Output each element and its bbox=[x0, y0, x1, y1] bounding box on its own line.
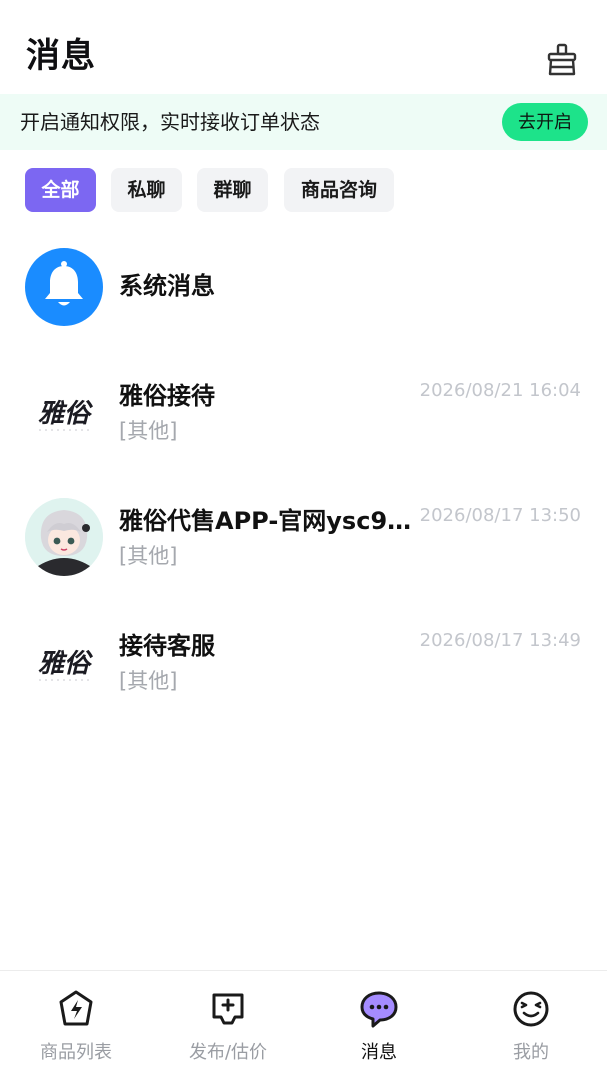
conversation-time: 2026/08/17 13:50 bbox=[419, 505, 581, 526]
enable-notifications-button[interactable]: 去开启 bbox=[502, 103, 588, 141]
conversation-time: 2026/08/21 16:04 bbox=[419, 380, 581, 401]
page-title: 消息 bbox=[26, 36, 96, 76]
clear-broom-icon[interactable] bbox=[544, 42, 580, 78]
brand-logo-text: 雅俗 bbox=[38, 649, 93, 679]
bottom-tab-bar: 商品列表 发布/估价 消息 我的 bbox=[0, 970, 607, 1080]
tab-publish-estimate[interactable]: 发布/估价 bbox=[152, 971, 304, 1080]
conversation-preview: [其他] bbox=[119, 669, 178, 693]
tab-mine[interactable]: 我的 bbox=[455, 971, 607, 1080]
chat-bubble-icon bbox=[360, 991, 398, 1028]
filter-chip-group[interactable]: 群聊 bbox=[197, 168, 268, 212]
header: 消息 bbox=[0, 0, 607, 94]
tab-label: 商品列表 bbox=[40, 1042, 112, 1063]
filter-chip-product-inquiry[interactable]: 商品咨询 bbox=[284, 168, 394, 212]
conversation-name: 雅俗接待 bbox=[119, 382, 215, 410]
notification-banner-text: 开启通知权限，实时接收订单状态 bbox=[20, 110, 320, 134]
bolt-shield-icon bbox=[59, 990, 93, 1026]
tab-messages[interactable]: 消息 bbox=[303, 971, 455, 1080]
conversation-item-system[interactable]: 系统消息 bbox=[0, 232, 607, 342]
brand-logo-text: 雅俗 bbox=[38, 399, 93, 429]
conversation-name: 雅俗代售APP-官网ysc9… bbox=[119, 507, 412, 535]
tab-label: 消息 bbox=[361, 1042, 397, 1063]
conversation-name: 接待客服 bbox=[119, 632, 215, 660]
conversation-time: 2026/08/17 13:49 bbox=[419, 630, 581, 651]
conversation-item[interactable]: 雅俗 接待客服 2026/08/17 13:49 [其他] bbox=[0, 607, 607, 717]
conversation-item[interactable]: 雅俗代售APP-官网ysc9… 2026/08/17 13:50 [其他] bbox=[0, 482, 607, 592]
bell-icon bbox=[25, 248, 103, 326]
tab-label: 发布/估价 bbox=[188, 1042, 268, 1063]
filter-chip-all[interactable]: 全部 bbox=[25, 168, 96, 212]
wink-face-icon bbox=[513, 991, 549, 1027]
tab-product-list[interactable]: 商品列表 bbox=[0, 971, 152, 1080]
filter-tabs: 全部 私聊 群聊 商品咨询 bbox=[0, 168, 607, 214]
gamepad-plus-icon bbox=[212, 993, 244, 1025]
filter-chip-private[interactable]: 私聊 bbox=[111, 168, 182, 212]
conversation-preview: [其他] bbox=[119, 544, 178, 568]
anime-avatar bbox=[25, 498, 103, 576]
conversation-item[interactable]: 雅俗 雅俗接待 2026/08/21 16:04 [其他] bbox=[0, 357, 607, 467]
brand-logo-avatar: 雅俗 bbox=[25, 373, 103, 451]
conversation-preview: [其他] bbox=[119, 419, 178, 443]
tab-label: 我的 bbox=[513, 1042, 549, 1063]
brand-logo-avatar: 雅俗 bbox=[25, 623, 103, 701]
conversation-name: 系统消息 bbox=[119, 272, 215, 300]
